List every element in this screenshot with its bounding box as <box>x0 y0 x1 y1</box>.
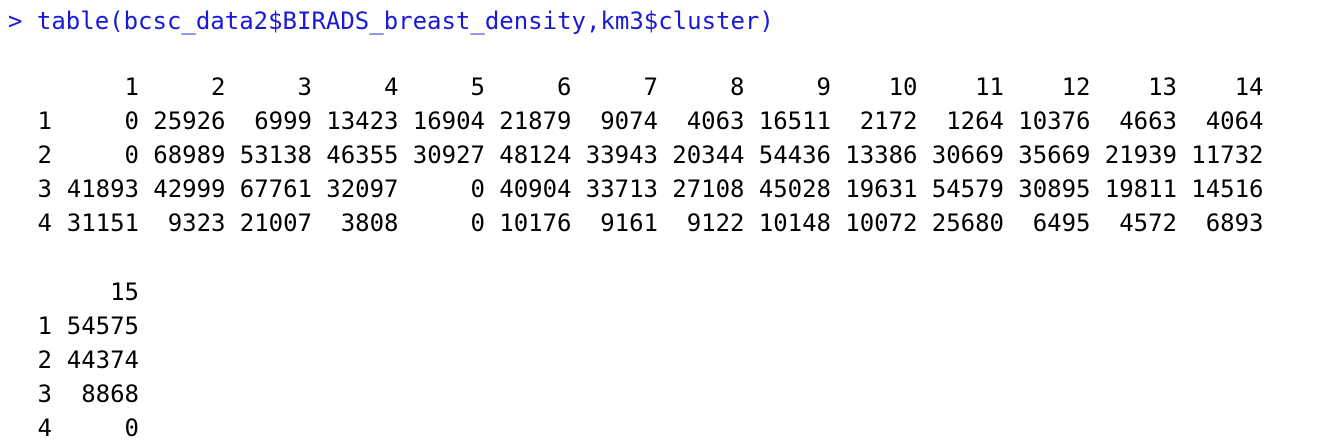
table-cell: 41893 <box>66 175 139 203</box>
table-cell: 54579 <box>931 175 1004 203</box>
command-line: > table(bcsc_data2$BIRADS_breast_density… <box>8 4 774 38</box>
row-label: 2 <box>37 141 52 169</box>
r-console: > table(bcsc_data2$BIRADS_breast_density… <box>0 0 1326 444</box>
table-cell: 19631 <box>845 175 918 203</box>
column-header: 7 <box>643 73 658 101</box>
table-cell: 6893 <box>1205 209 1264 237</box>
column-header: 3 <box>297 73 312 101</box>
table-cell: 19811 <box>1104 175 1177 203</box>
row-label: 2 <box>37 346 52 374</box>
column-header: 11 <box>975 73 1004 101</box>
table-cell: 31151 <box>66 209 139 237</box>
row-label: 1 <box>37 312 52 340</box>
table-cell: 0 <box>124 141 139 169</box>
column-header: 2 <box>211 73 226 101</box>
table-cell: 21939 <box>1104 141 1177 169</box>
column-header: 8 <box>730 73 745 101</box>
table-cell: 9074 <box>600 107 658 135</box>
table-cell: 33943 <box>585 141 658 169</box>
table-cell: 13386 <box>845 141 918 169</box>
table-cell: 14516 <box>1191 175 1264 203</box>
table-cell: 44374 <box>66 346 139 374</box>
table-cell: 54575 <box>66 312 139 340</box>
row-label: 1 <box>37 107 52 135</box>
table-cell: 13423 <box>326 107 399 135</box>
table-cell: 4663 <box>1119 107 1177 135</box>
column-header: 4 <box>384 73 399 101</box>
table-cell: 48124 <box>499 141 572 169</box>
column-header: 12 <box>1061 73 1091 101</box>
table-cell: 33713 <box>585 175 658 203</box>
table-cell: 0 <box>124 107 139 135</box>
table-cell: 67761 <box>239 175 312 203</box>
row-label: 4 <box>37 209 52 237</box>
table-cell: 27108 <box>672 175 745 203</box>
table-cell: 25680 <box>931 209 1004 237</box>
table-cell: 30669 <box>931 141 1004 169</box>
table-cell: 21879 <box>499 107 572 135</box>
table-cell: 9122 <box>686 209 745 237</box>
table-cell: 10072 <box>845 209 918 237</box>
column-header: 5 <box>470 73 485 101</box>
table-cell: 42999 <box>153 175 226 203</box>
table-cell: 0 <box>124 414 139 442</box>
table-cell: 0 <box>470 175 485 203</box>
table-cell: 16904 <box>412 107 485 135</box>
table-cell: 10376 <box>1018 107 1091 135</box>
table-cell: 1264 <box>946 107 1004 135</box>
row-label: 3 <box>37 175 52 203</box>
table-cell: 53138 <box>239 141 312 169</box>
table-cell: 8868 <box>81 380 139 408</box>
table-cell: 68989 <box>153 141 226 169</box>
table-cell: 30895 <box>1018 175 1091 203</box>
console-command: table(bcsc_data2$BIRADS_breast_density,k… <box>36 7 774 35</box>
table-cell: 32097 <box>326 175 399 203</box>
table-cell: 40904 <box>499 175 572 203</box>
column-header: 9 <box>816 73 831 101</box>
table-cell: 6999 <box>254 107 312 135</box>
table-cell: 4063 <box>686 107 745 135</box>
table-cell: 4064 <box>1205 107 1264 135</box>
column-header: 13 <box>1148 73 1177 101</box>
table-cell: 0 <box>470 209 485 237</box>
table-cell: 6495 <box>1032 209 1091 237</box>
column-header: 6 <box>557 73 572 101</box>
table-cell: 10176 <box>499 209 572 237</box>
table-cell: 54436 <box>758 141 831 169</box>
table-cell: 10148 <box>758 209 831 237</box>
table-cell: 9323 <box>167 209 226 237</box>
column-header: 14 <box>1234 73 1264 101</box>
table-cell: 45028 <box>758 175 831 203</box>
table-cell: 9161 <box>600 209 658 237</box>
table-cell: 35669 <box>1018 141 1091 169</box>
console-prompt: > <box>8 7 23 35</box>
column-header: 10 <box>888 73 918 101</box>
column-header: 15 <box>110 278 139 306</box>
row-label: 4 <box>37 414 52 442</box>
table-cell: 46355 <box>326 141 399 169</box>
table-cell: 3808 <box>340 209 399 237</box>
table-cell: 2172 <box>859 107 918 135</box>
table-cell: 4572 <box>1119 209 1177 237</box>
row-label: 3 <box>37 380 52 408</box>
column-header: 1 <box>124 73 139 101</box>
table-cell: 21007 <box>239 209 312 237</box>
table-cell: 11732 <box>1191 141 1264 169</box>
table-cell: 25926 <box>153 107 226 135</box>
table-cell: 20344 <box>672 141 745 169</box>
table-cell: 30927 <box>412 141 485 169</box>
table-cell: 16511 <box>758 107 831 135</box>
